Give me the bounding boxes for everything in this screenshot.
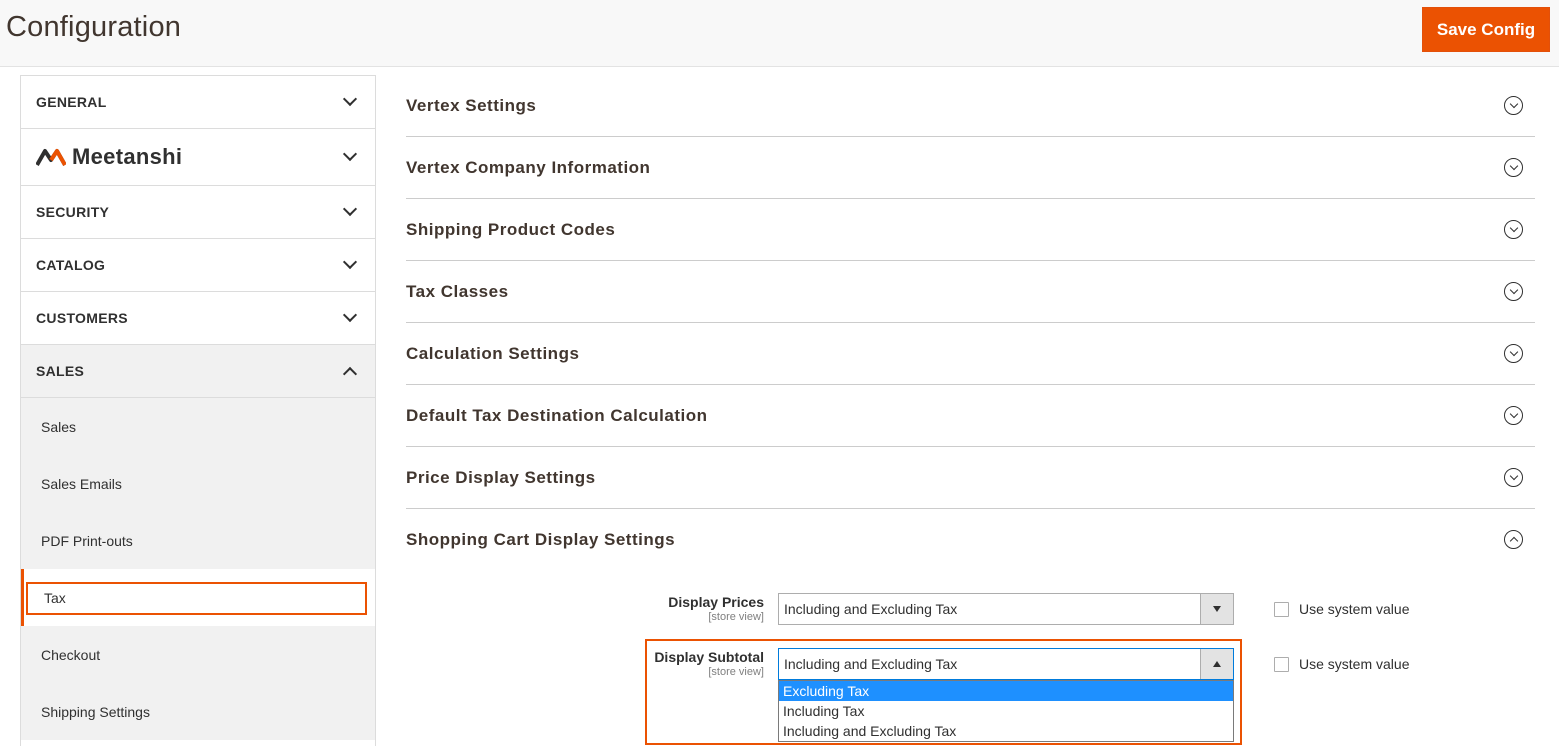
display-subtotal-label: Display Subtotal [store view] bbox=[600, 649, 764, 678]
tab-meetanshi[interactable]: Meetanshi bbox=[21, 129, 375, 186]
display-prices-select[interactable]: Including and Excluding Tax bbox=[778, 593, 1234, 625]
tab-label: CATALOG bbox=[36, 257, 106, 273]
section-title: Tax Classes bbox=[406, 281, 509, 301]
sidebar-item-label: Tax bbox=[44, 589, 66, 606]
chevron-down-icon bbox=[342, 307, 358, 323]
section-vertex-settings[interactable]: Vertex Settings bbox=[406, 75, 1535, 137]
save-config-button[interactable]: Save Config bbox=[1422, 7, 1550, 52]
tab-label: SALES bbox=[36, 363, 85, 379]
dropdown-option-excluding-tax[interactable]: Excluding Tax bbox=[779, 681, 1233, 701]
triangle-down-icon bbox=[1213, 606, 1221, 612]
circle-chevron-down-icon bbox=[1504, 95, 1523, 115]
use-system-value-label: Use system value bbox=[1299, 601, 1410, 617]
select-value: Including and Excluding Tax bbox=[784, 601, 958, 617]
section-title: Price Display Settings bbox=[406, 467, 596, 487]
circle-chevron-down-icon bbox=[1504, 405, 1523, 425]
chevron-down-icon bbox=[342, 201, 358, 217]
display-subtotal-select[interactable]: Including and Excluding Tax bbox=[778, 648, 1234, 680]
sidebar-item-pdf-printouts[interactable]: PDF Print-outs bbox=[21, 512, 375, 569]
use-system-value-label: Use system value bbox=[1299, 656, 1410, 672]
circle-chevron-down-icon bbox=[1504, 467, 1523, 487]
brand-name: Meetanshi bbox=[72, 144, 183, 169]
select-value: Including and Excluding Tax bbox=[784, 656, 958, 672]
sidebar-item-label: Sales bbox=[41, 418, 77, 435]
sidebar-item-label: Checkout bbox=[41, 646, 101, 663]
select-arrow[interactable] bbox=[1200, 594, 1233, 624]
circle-chevron-down-icon bbox=[1504, 343, 1523, 363]
select-arrow[interactable] bbox=[1200, 649, 1233, 679]
sidebar-item-shipping-settings[interactable]: Shipping Settings bbox=[21, 683, 375, 740]
page-header: Configuration Save Config bbox=[0, 0, 1559, 67]
page-title: Configuration bbox=[6, 11, 182, 43]
field-scope: [store view] bbox=[708, 611, 764, 623]
circle-chevron-down-icon bbox=[1504, 219, 1523, 239]
tab-label: SECURITY bbox=[36, 204, 110, 220]
sidebar-item-checkout[interactable]: Checkout bbox=[21, 626, 375, 683]
tab-catalog[interactable]: CATALOG bbox=[21, 239, 375, 292]
sidebar-item-sales-emails[interactable]: Sales Emails bbox=[21, 455, 375, 512]
section-vertex-company-information[interactable]: Vertex Company Information bbox=[406, 137, 1535, 199]
dropdown-option-including-tax[interactable]: Including Tax bbox=[779, 701, 1233, 721]
display-subtotal-use-system-checkbox[interactable] bbox=[1274, 657, 1289, 672]
tab-general[interactable]: GENERAL bbox=[21, 76, 375, 129]
section-title: Shipping Product Codes bbox=[406, 219, 616, 239]
config-sidebar: GENERAL Meetanshi SECURITY CATALOG CUSTO… bbox=[20, 75, 376, 746]
circle-chevron-up-icon bbox=[1504, 530, 1523, 549]
section-shipping-product-codes[interactable]: Shipping Product Codes bbox=[406, 199, 1535, 261]
dropdown-option-including-and-excluding-tax[interactable]: Including and Excluding Tax bbox=[779, 721, 1233, 741]
sales-subitems: Sales Sales Emails PDF Print-outs Tax Ch… bbox=[21, 398, 375, 740]
sidebar-item-label: Shipping Settings bbox=[41, 703, 150, 720]
chevron-down-icon bbox=[342, 91, 358, 107]
tab-label: GENERAL bbox=[36, 94, 107, 110]
tab-customers[interactable]: CUSTOMERS bbox=[21, 292, 375, 345]
circle-chevron-down-icon bbox=[1504, 281, 1523, 301]
section-title: Vertex Company Information bbox=[406, 157, 651, 177]
section-title: Default Tax Destination Calculation bbox=[406, 405, 708, 425]
display-prices-label: Display Prices [store view] bbox=[600, 594, 764, 623]
sidebar-item-label: Sales Emails bbox=[41, 475, 122, 492]
chevron-up-icon bbox=[342, 366, 358, 382]
section-tax-classes[interactable]: Tax Classes bbox=[406, 261, 1535, 323]
meetanshi-mark-icon bbox=[36, 149, 66, 166]
field-label-text: Display Prices bbox=[668, 594, 764, 610]
sidebar-item-sales[interactable]: Sales bbox=[21, 398, 375, 455]
section-shopping-cart-display-settings[interactable]: Shopping Cart Display Settings bbox=[406, 509, 1535, 571]
highlight-box bbox=[26, 582, 367, 615]
field-scope: [store view] bbox=[708, 666, 764, 678]
display-subtotal-dropdown: Excluding Tax Including Tax Including an… bbox=[778, 680, 1234, 742]
sidebar-item-label: PDF Print-outs bbox=[41, 532, 133, 549]
tab-sales[interactable]: SALES bbox=[21, 345, 375, 398]
chevron-down-icon bbox=[342, 146, 358, 162]
meetanshi-logo: Meetanshi bbox=[36, 144, 182, 170]
display-prices-use-system-checkbox[interactable] bbox=[1274, 602, 1289, 617]
section-calculation-settings[interactable]: Calculation Settings bbox=[406, 323, 1535, 385]
tab-security[interactable]: SECURITY bbox=[21, 186, 375, 239]
sidebar-item-tax[interactable]: Tax bbox=[21, 569, 375, 626]
triangle-up-icon bbox=[1213, 661, 1221, 667]
section-title: Vertex Settings bbox=[406, 95, 537, 115]
config-sections: Vertex Settings Vertex Company Informati… bbox=[406, 75, 1535, 571]
field-label-text: Display Subtotal bbox=[654, 649, 764, 665]
section-title: Calculation Settings bbox=[406, 343, 580, 363]
chevron-down-icon bbox=[342, 254, 358, 270]
section-price-display-settings[interactable]: Price Display Settings bbox=[406, 447, 1535, 509]
section-default-tax-destination[interactable]: Default Tax Destination Calculation bbox=[406, 385, 1535, 447]
circle-chevron-down-icon bbox=[1504, 157, 1523, 177]
section-title: Shopping Cart Display Settings bbox=[406, 530, 676, 549]
tab-label: CUSTOMERS bbox=[36, 310, 128, 326]
